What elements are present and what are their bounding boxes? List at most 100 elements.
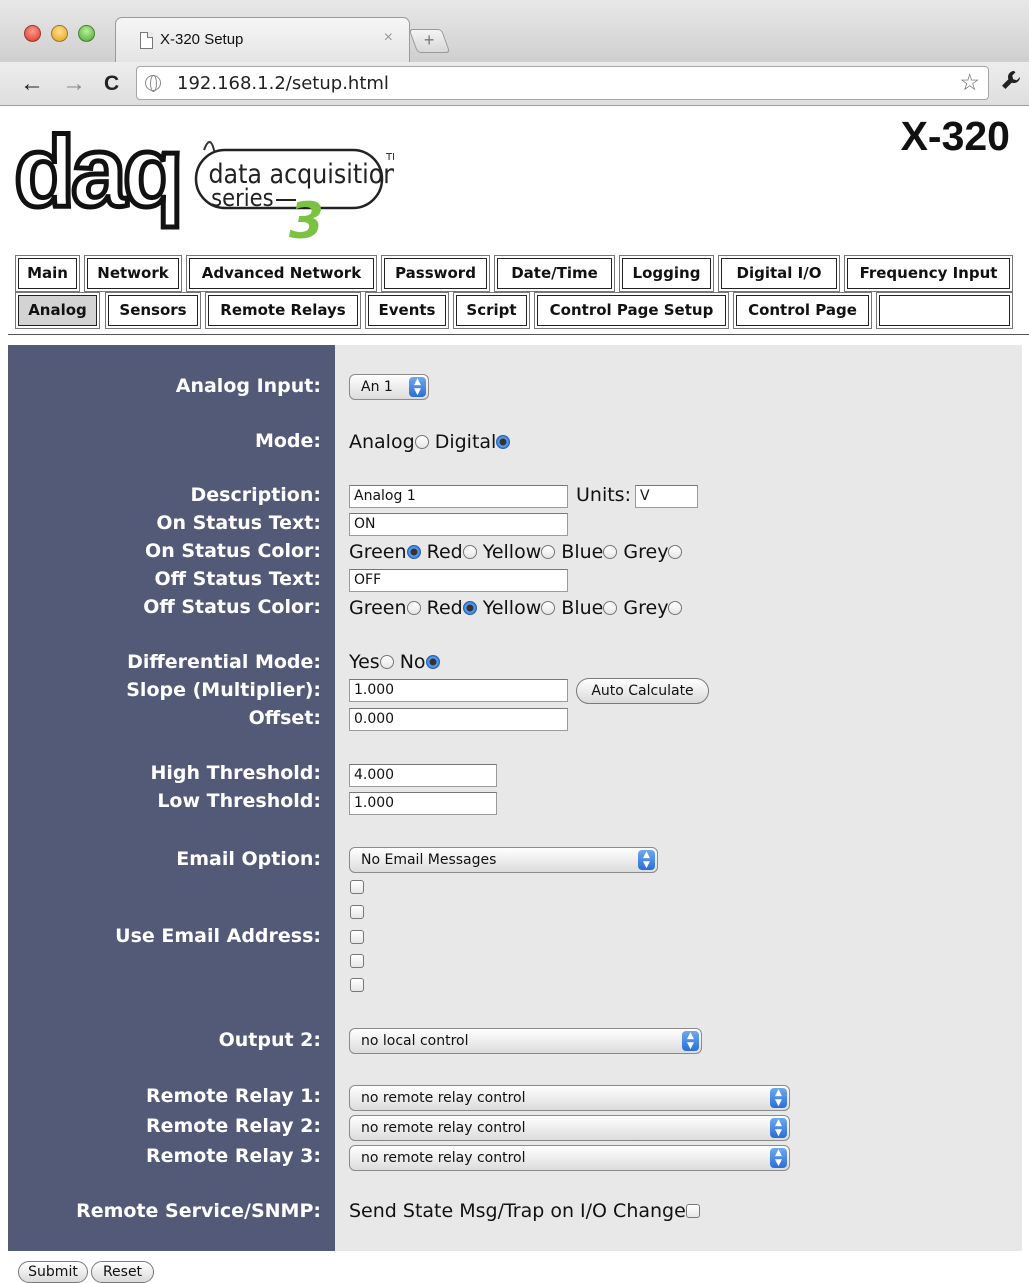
email-address-checkbox-1[interactable] — [350, 880, 364, 894]
back-arrow-icon[interactable]: ← — [20, 70, 44, 98]
tab-empty — [876, 292, 1013, 329]
tab-password[interactable]: Password — [381, 255, 490, 292]
description-input[interactable]: Analog 1 — [349, 485, 568, 508]
offset-input[interactable]: 0.000 — [349, 708, 568, 731]
off-red-radio[interactable] — [462, 601, 477, 615]
remote-relay-2-label: Remote Relay 2: — [145, 1115, 321, 1137]
units-input[interactable]: V — [635, 485, 698, 508]
email-address-checkbox-5[interactable] — [350, 978, 364, 992]
email-option-value: No Email Messages — [361, 852, 497, 868]
description-label: Description: — [190, 484, 322, 506]
select-arrows-icon: ▲ ▼ — [682, 1031, 699, 1051]
close-window-button[interactable] — [24, 25, 41, 42]
mode-digital-radio[interactable] — [496, 435, 511, 449]
off-blue-radio[interactable] — [603, 601, 618, 615]
tab-control-page-setup[interactable]: Control Page Setup — [534, 292, 729, 329]
snmp-text: Send State Msg/Trap on I/O Change — [349, 1200, 686, 1222]
bookmark-star-icon[interactable]: ☆ — [959, 69, 980, 96]
high-threshold-label: High Threshold: — [150, 762, 322, 784]
tab-sensors[interactable]: Sensors — [105, 292, 201, 329]
diff-no-radio[interactable] — [425, 655, 440, 669]
remote-relay-1-select[interactable]: no remote relay control ▲ ▼ — [349, 1085, 790, 1111]
tab-script[interactable]: Script — [453, 292, 530, 329]
slope-label: Slope (Multiplier): — [126, 679, 321, 701]
on-red-radio[interactable] — [462, 545, 477, 559]
tab-main[interactable]: Main — [15, 255, 80, 292]
email-address-checkbox-4[interactable] — [350, 954, 364, 968]
on-grey-label: Grey — [623, 541, 669, 563]
units-label: Units: — [576, 484, 631, 506]
globe-icon — [145, 75, 161, 92]
tab-logging[interactable]: Logging — [619, 255, 714, 292]
analog-input-select[interactable]: An 1 ▲ ▼ — [349, 374, 429, 400]
remote-service-snmp-label: Remote Service/SNMP: — [76, 1200, 321, 1222]
analog-input-value: An 1 — [361, 379, 393, 395]
remote-relay-3-label: Remote Relay 3: — [145, 1145, 321, 1167]
on-status-color-radios: Green Red Yellow Blue Grey — [349, 541, 683, 563]
mode-analog-radio[interactable] — [414, 435, 429, 449]
tab-advanced-network[interactable]: Advanced Network — [186, 255, 377, 292]
low-threshold-input[interactable]: 1.000 — [349, 792, 497, 815]
reload-icon[interactable]: C — [104, 72, 119, 96]
remote-relay-3-select[interactable]: no remote relay control ▲ ▼ — [349, 1145, 790, 1171]
mode-radios: Analog Digital — [349, 431, 511, 453]
tab-events[interactable]: Events — [365, 292, 449, 329]
on-yellow-label: Yellow — [482, 541, 542, 563]
high-threshold-input[interactable]: 4.000 — [349, 764, 497, 787]
tab-remote-relays[interactable]: Remote Relays — [205, 292, 361, 329]
off-grey-radio[interactable] — [668, 601, 683, 615]
address-bar[interactable]: 192.168.1.2/setup.html ☆ — [136, 66, 989, 100]
email-option-select[interactable]: No Email Messages ▲ ▼ — [349, 847, 658, 873]
tab-title: X-320 Setup — [160, 31, 244, 48]
tab-frequency-input[interactable]: Frequency Input — [844, 255, 1013, 292]
tab-network[interactable]: Network — [84, 255, 182, 292]
diff-yes-radio[interactable] — [379, 655, 394, 669]
wrench-icon[interactable] — [1000, 69, 1024, 99]
email-address-checkbox-2[interactable] — [350, 905, 364, 919]
off-yellow-radio[interactable] — [541, 601, 556, 615]
on-yellow-radio[interactable] — [541, 545, 556, 559]
browser-tab[interactable]: X-320 Setup × — [115, 17, 410, 62]
zoom-window-button[interactable] — [78, 25, 95, 42]
new-tab-button[interactable]: + — [408, 29, 451, 53]
email-address-checkbox-3[interactable] — [350, 930, 364, 944]
on-green-radio[interactable] — [406, 545, 421, 559]
tab-date-time[interactable]: Date/Time — [494, 255, 615, 292]
on-blue-radio[interactable] — [603, 545, 618, 559]
on-status-text-input[interactable]: ON — [349, 513, 568, 536]
on-status-text-label: On Status Text: — [156, 512, 321, 534]
plus-icon: + — [423, 30, 435, 50]
auto-calculate-button[interactable]: Auto Calculate — [576, 678, 709, 704]
minimize-window-button[interactable] — [51, 25, 68, 42]
tab-digital-io[interactable]: Digital I/O — [718, 255, 840, 292]
snmp-checkbox[interactable] — [685, 1204, 700, 1218]
reset-button[interactable]: Reset — [91, 1261, 154, 1283]
on-blue-label: Blue — [561, 541, 604, 563]
daq-logo: daq data acquisition series 3 TM — [12, 114, 401, 251]
tab-close-icon[interactable]: × — [384, 29, 393, 47]
slope-input[interactable]: 1.000 — [349, 679, 568, 702]
analog-input-label: Analog Input: — [175, 375, 321, 397]
differential-mode-label: Differential Mode: — [127, 651, 321, 673]
off-green-radio[interactable] — [406, 601, 421, 615]
off-yellow-label: Yellow — [482, 597, 542, 619]
diff-yes-label: Yes — [349, 651, 380, 673]
mode-analog-label: Analog — [349, 431, 415, 453]
offset-label: Offset: — [248, 707, 321, 729]
logo-tagline-2: series — [211, 185, 274, 213]
page-title: X-320 — [900, 113, 1010, 159]
page-icon — [140, 32, 153, 49]
forward-arrow-icon[interactable]: → — [62, 70, 86, 98]
off-status-text-input[interactable]: OFF — [349, 569, 568, 592]
off-status-color-radios: Green Red Yellow Blue Grey — [349, 597, 683, 619]
mode-label: Mode: — [254, 430, 321, 452]
mode-digital-label: Digital — [434, 431, 497, 453]
use-email-address-label: Use Email Address: — [115, 925, 321, 947]
on-grey-radio[interactable] — [668, 545, 683, 559]
output-2-select[interactable]: no local control ▲ ▼ — [349, 1028, 702, 1054]
remote-relay-2-select[interactable]: no remote relay control ▲ ▼ — [349, 1115, 790, 1141]
low-threshold-label: Low Threshold: — [157, 790, 321, 812]
tab-control-page[interactable]: Control Page — [733, 292, 872, 329]
tab-analog[interactable]: Analog — [15, 292, 100, 329]
submit-button[interactable]: Submit — [18, 1261, 88, 1283]
